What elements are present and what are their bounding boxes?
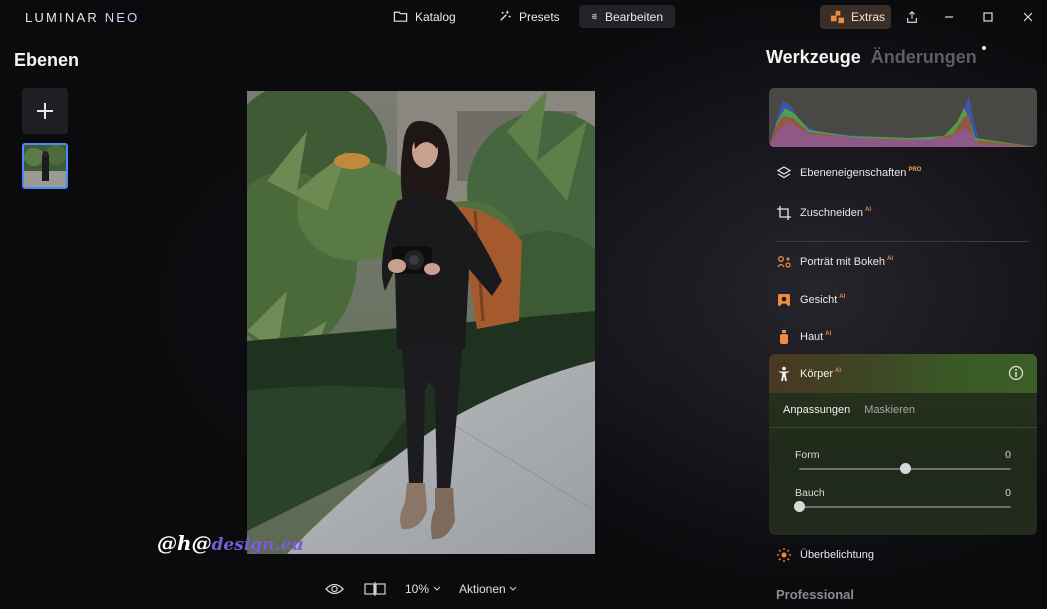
nav-bearbeiten-label: Bearbeiten [604, 9, 663, 24]
watermark: @h@design.eu [157, 531, 304, 555]
actions-dropdown[interactable]: Aktionen [459, 578, 517, 600]
info-icon[interactable] [1008, 365, 1024, 381]
slider-bauch-thumb[interactable] [793, 501, 805, 512]
title-bar: LUMINAR NEO Katalog Presets Bearbeiten E… [0, 0, 1047, 34]
layer-thumbnail-image [24, 145, 66, 187]
watermark-suffix: design.eu [211, 535, 304, 555]
tool-portraet-bokeh-label: Porträt mit Bokeh [800, 256, 885, 268]
logo-text: LUMINAR [25, 10, 105, 25]
extras-icon [830, 10, 845, 23]
histogram [769, 88, 1037, 147]
layer-thumbnail[interactable] [22, 143, 68, 189]
plus-icon [37, 103, 53, 119]
nav-presets-label: Presets [519, 9, 560, 24]
slider-form-value: 0 [1005, 449, 1011, 461]
nav-presets[interactable]: Presets [485, 5, 572, 28]
actions-label: Aktionen [459, 582, 506, 596]
koerper-subtabs: Anpassungen Maskieren [769, 393, 1037, 428]
tool-zuschneiden[interactable]: Zuschneiden AI [776, 203, 871, 223]
tool-ueberbelichtung-label: Überbelichtung [800, 549, 874, 561]
preview-toggle[interactable] [325, 578, 344, 600]
changes-indicator-dot [982, 46, 986, 50]
slider-bauch-value: 0 [1005, 487, 1011, 499]
tool-ebeneneigenschaften[interactable]: Ebeneneigenschaften PRO [776, 163, 921, 183]
layers-title: Ebenen [14, 50, 80, 70]
pro-badge: PRO [908, 167, 922, 174]
ai-badge: AI [835, 367, 842, 374]
tool-zuschneiden-label: Zuschneiden [800, 207, 863, 219]
minimize-icon[interactable] [940, 8, 958, 26]
photo-image [247, 91, 595, 554]
body-icon [778, 366, 790, 381]
ai-badge: AI [886, 256, 893, 263]
bokeh-icon [777, 256, 791, 268]
slider-form-track[interactable] [799, 463, 1011, 474]
subtab-anpassungen[interactable]: Anpassungen [783, 404, 850, 416]
logo-neo-text: NEO [104, 10, 140, 25]
subtab-maskieren[interactable]: Maskieren [864, 404, 915, 416]
eye-icon [325, 583, 344, 595]
histogram-graph [769, 96, 1037, 147]
tab-tools[interactable]: Werkzeuge [766, 47, 861, 67]
ai-badge: AI [839, 294, 846, 301]
folder-icon [393, 11, 408, 22]
tool-gesicht-label: Gesicht [800, 294, 838, 306]
tool-ueberbelichtung[interactable]: Überbelichtung [776, 545, 874, 565]
zoom-value: 10% [405, 582, 430, 596]
maximize-icon[interactable] [979, 8, 997, 26]
compare-toggle[interactable] [364, 578, 386, 600]
tool-ebeneneigenschaften-label: Ebeneneigenschaften [800, 167, 907, 179]
nav-katalog-label: Katalog [415, 9, 456, 24]
crop-icon [777, 206, 791, 220]
slider-bauch-label: Bauch [795, 487, 825, 499]
slider-form-label: Form [795, 449, 820, 461]
koerper-panel: Körper AI Anpassungen Maskieren Form 0 Ba… [769, 354, 1037, 535]
nav-bearbeiten[interactable]: Bearbeiten [579, 5, 675, 28]
tools-divider [775, 241, 1029, 242]
layers-icon [776, 166, 792, 179]
face-icon [778, 294, 790, 306]
share-icon[interactable] [903, 8, 921, 26]
compare-icon [364, 582, 386, 596]
slider-form-thumb[interactable] [899, 463, 911, 474]
chevron-down-icon [433, 586, 441, 591]
tool-haut-label: Haut [800, 331, 824, 343]
tool-gesicht[interactable]: Gesicht AI [776, 290, 845, 310]
koerper-label: Körper [800, 367, 834, 380]
tab-changes[interactable]: Änderungen [871, 47, 977, 67]
app-logo: LUMINAR NEO [25, 10, 140, 25]
close-icon[interactable] [1019, 8, 1037, 26]
watermark-prefix: @h@ [157, 531, 212, 555]
app-window: LUMINAR NEO Katalog Presets Bearbeiten E… [0, 0, 1047, 609]
skin-icon [780, 330, 788, 344]
extras-button[interactable]: Extras [820, 5, 891, 29]
ai-badge: AI [825, 331, 832, 338]
tool-portraet-bokeh[interactable]: Porträt mit Bokeh AI [776, 252, 893, 272]
right-panel-tabs: Werkzeuge Änderungen [766, 47, 977, 68]
sliders-icon [591, 13, 598, 20]
slider-bauch-track[interactable] [793, 501, 1011, 512]
section-professional[interactable]: Professional [776, 587, 854, 602]
sparkle-icon [500, 10, 511, 21]
koerper-header[interactable]: Körper AI [769, 354, 1037, 393]
chevron-down-icon [509, 586, 517, 591]
photo-canvas[interactable] [247, 91, 595, 554]
tool-haut[interactable]: Haut AI [776, 327, 831, 347]
nav-katalog[interactable]: Katalog [381, 5, 468, 28]
zoom-dropdown[interactable]: 10% [405, 578, 441, 600]
ai-badge: AI [865, 207, 871, 214]
add-layer-button[interactable] [22, 88, 68, 134]
extras-label: Extras [851, 10, 886, 24]
overexposure-icon [777, 548, 791, 562]
